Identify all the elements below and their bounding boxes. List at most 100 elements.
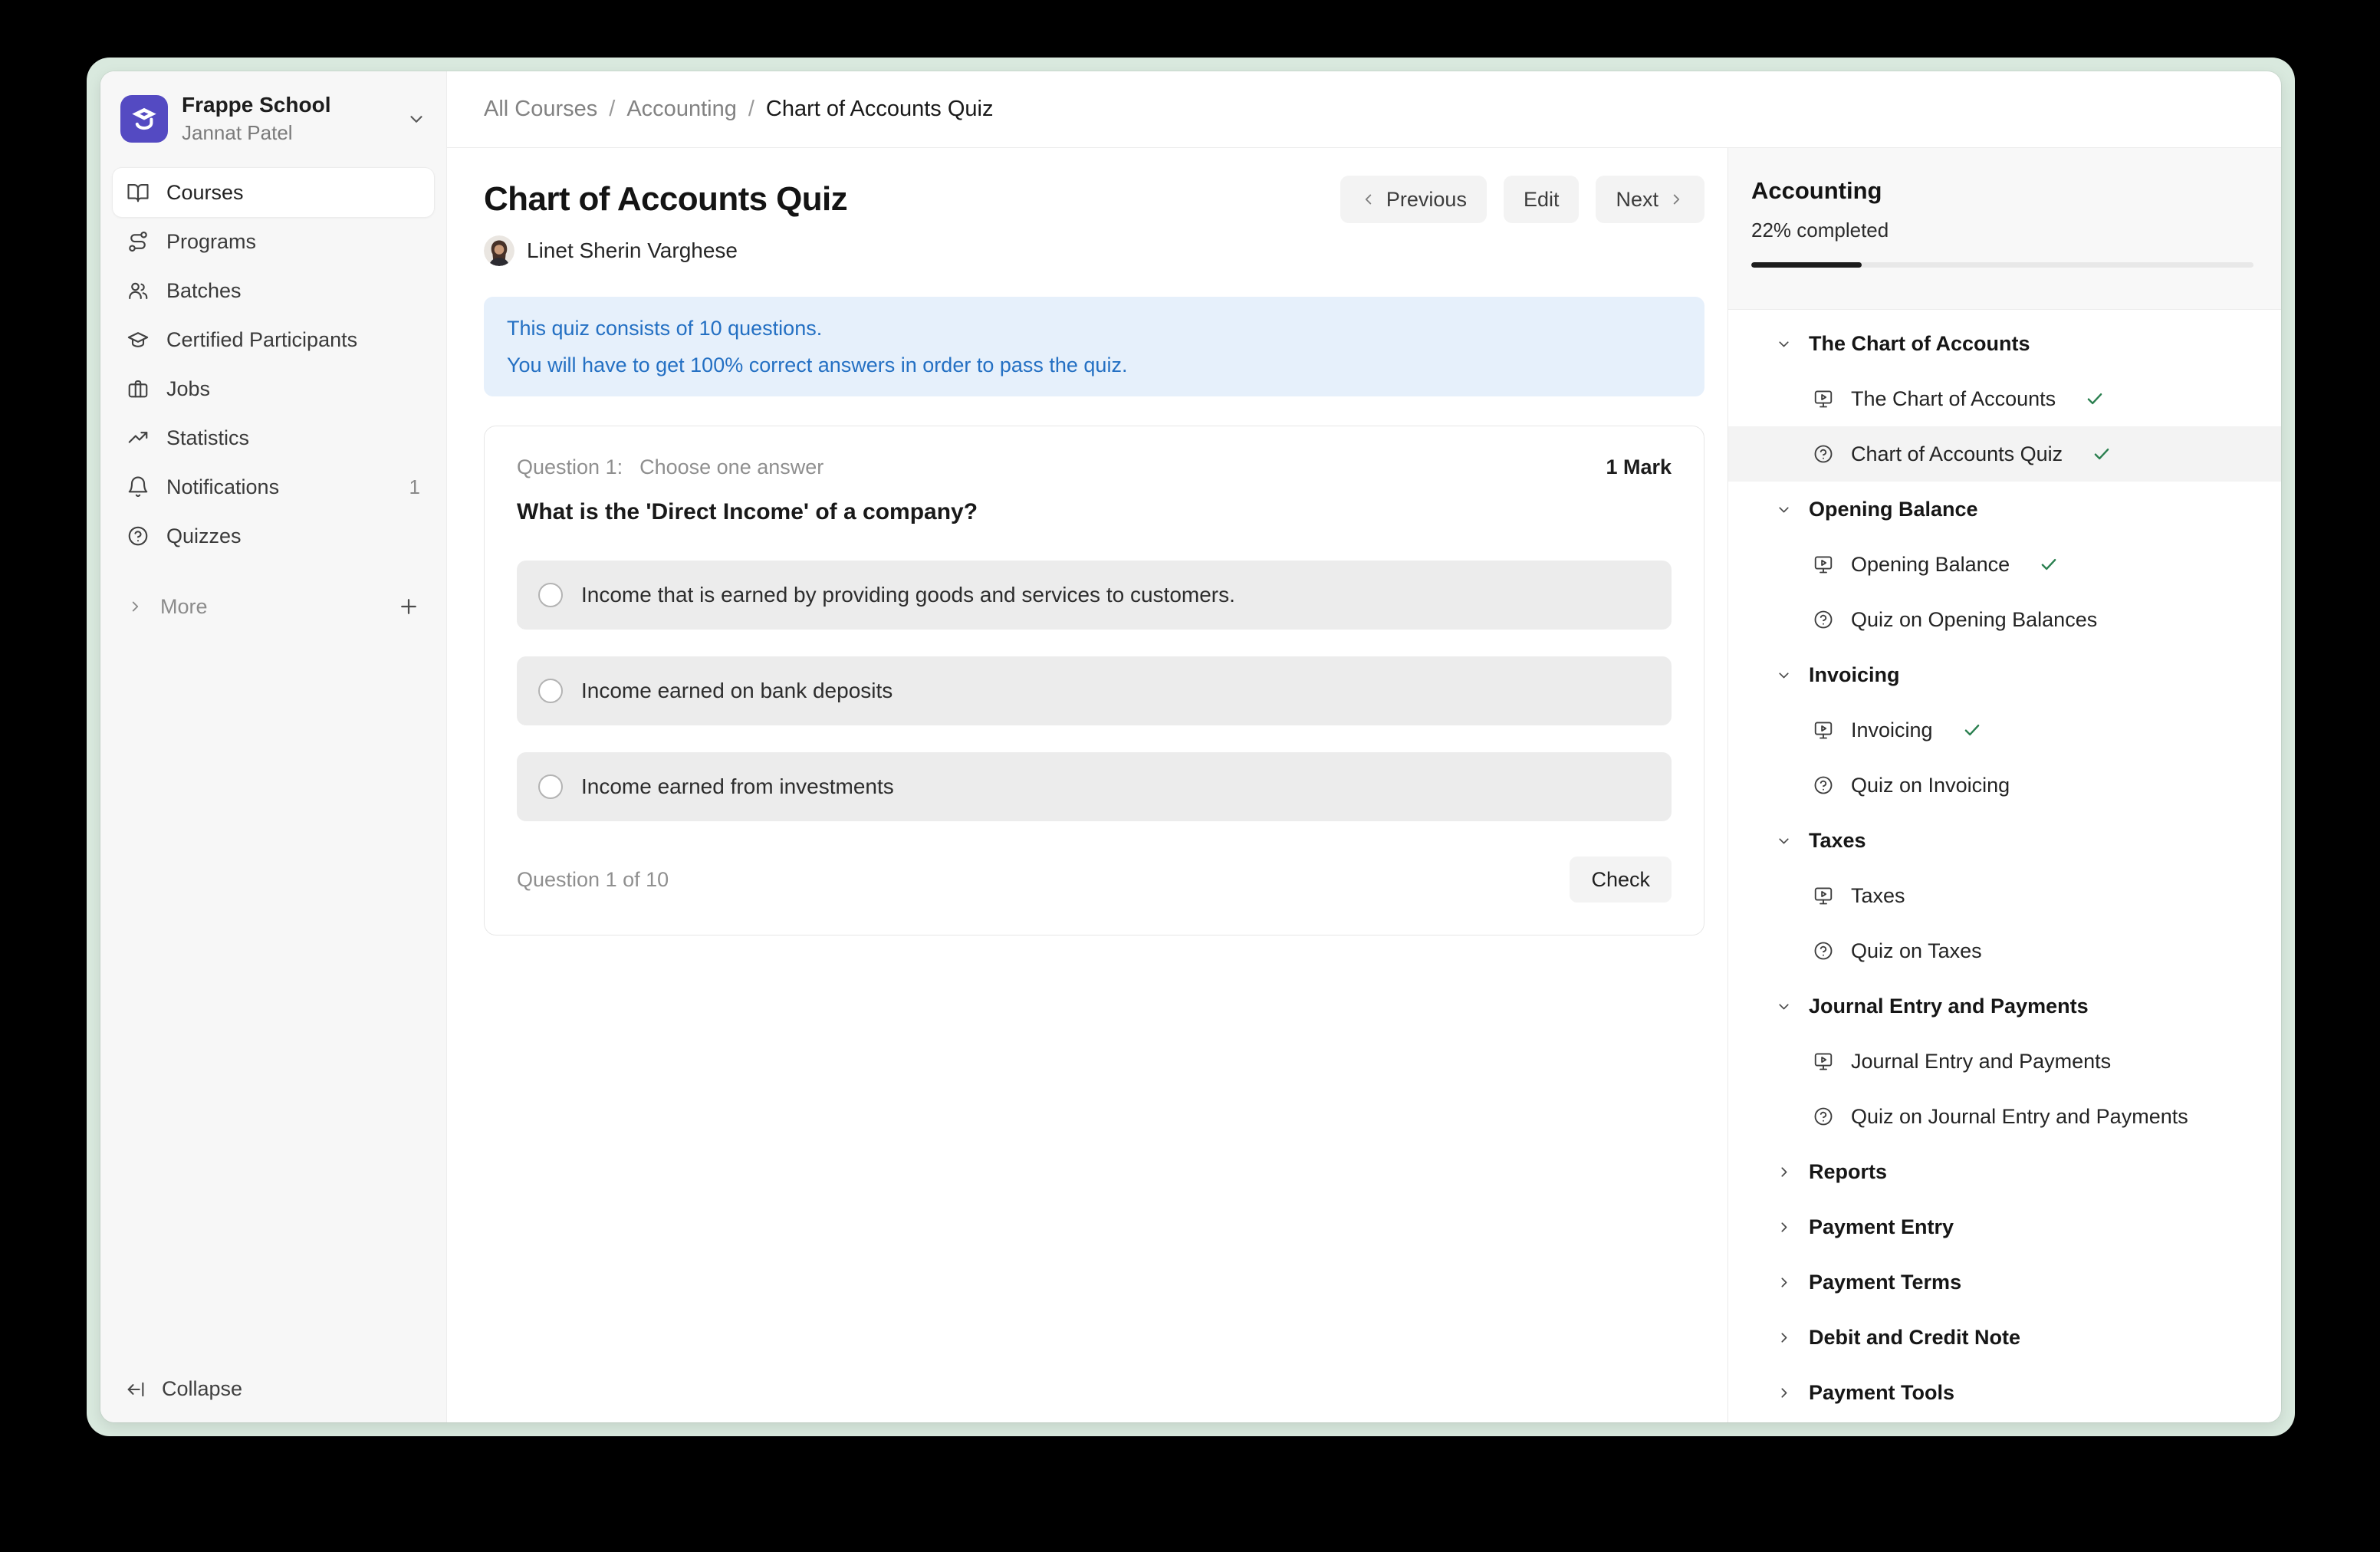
sidebar-item-batches[interactable]: Batches xyxy=(113,266,434,315)
previous-button[interactable]: Previous xyxy=(1340,176,1487,223)
outline-section-chart-of-accounts[interactable]: The Chart of Accounts xyxy=(1728,316,2281,371)
outline-section-taxes[interactable]: Taxes xyxy=(1728,813,2281,868)
help-circle-icon xyxy=(127,524,150,547)
outline-lesson-invoicing[interactable]: Invoicing xyxy=(1728,702,2281,758)
school-switcher[interactable]: Frappe School Jannat Patel xyxy=(113,88,434,150)
sidebar-item-programs[interactable]: Programs xyxy=(113,217,434,266)
sidebar-item-quizzes[interactable]: Quizzes xyxy=(113,511,434,561)
check-button[interactable]: Check xyxy=(1570,857,1672,903)
outline-lesson-opening-balance[interactable]: Opening Balance xyxy=(1728,537,2281,592)
sidebar-item-label: Certified Participants xyxy=(166,328,357,352)
course-outline-list: The Chart of Accounts The Chart of Accou… xyxy=(1728,310,2281,1422)
outline-section-payment-terms[interactable]: Payment Terms xyxy=(1728,1254,2281,1310)
notifications-count-badge: 1 xyxy=(409,475,420,499)
outline-section-payment-entry[interactable]: Payment Entry xyxy=(1728,1199,2281,1254)
plus-icon[interactable] xyxy=(397,595,420,618)
outline-quiz-taxes[interactable]: Quiz on Taxes xyxy=(1728,923,2281,978)
monitor-play-icon xyxy=(1813,554,1834,575)
option-label: Income earned from investments xyxy=(581,774,894,799)
course-title: Accounting xyxy=(1751,177,2253,205)
previous-label: Previous xyxy=(1386,188,1467,212)
section-label: Reports xyxy=(1809,1160,1887,1184)
quiz-card: Question 1: Choose one answer 1 Mark Wha… xyxy=(484,426,1704,935)
outline-section-invoicing[interactable]: Invoicing xyxy=(1728,647,2281,702)
course-progress-text: 22% completed xyxy=(1751,219,2253,242)
sidebar-item-label: Quizzes xyxy=(166,524,242,548)
outline-section-opening-balance[interactable]: Opening Balance xyxy=(1728,482,2281,537)
breadcrumb-separator: / xyxy=(609,97,615,122)
school-name: Frappe School xyxy=(182,93,393,117)
check-icon xyxy=(1962,720,1982,740)
outline-section-reports[interactable]: Reports xyxy=(1728,1144,2281,1199)
sidebar-item-label: Notifications xyxy=(166,475,279,499)
outline-lesson-chart-of-accounts[interactable]: The Chart of Accounts xyxy=(1728,371,2281,426)
monitor-play-icon xyxy=(1813,885,1834,906)
quiz-label: Quiz on Opening Balances xyxy=(1851,608,2097,632)
outline-lesson-journal-entry-and-payments[interactable]: Journal Entry and Payments xyxy=(1728,1034,2281,1089)
lesson-label: Invoicing xyxy=(1851,718,1933,742)
help-circle-icon xyxy=(1813,609,1834,630)
outline-section-payment-tools[interactable]: Payment Tools xyxy=(1728,1365,2281,1420)
lesson-label: The Chart of Accounts xyxy=(1851,387,2056,411)
users-icon xyxy=(127,279,150,302)
app-window: Frappe School Jannat Patel Courses Progr… xyxy=(87,58,2295,1436)
outline-section-debit-and-credit-note[interactable]: Debit and Credit Note xyxy=(1728,1310,2281,1365)
notice-line-1: This quiz consists of 10 questions. xyxy=(507,310,1681,347)
outline-quiz-invoicing[interactable]: Quiz on Invoicing xyxy=(1728,758,2281,813)
outline-section-journal-entry-and-payments[interactable]: Journal Entry and Payments xyxy=(1728,978,2281,1034)
check-icon xyxy=(2039,554,2059,574)
top-bar: All Courses / Accounting / Chart of Acco… xyxy=(447,71,2281,148)
chevron-down-icon xyxy=(1776,501,1792,518)
help-circle-icon xyxy=(1813,774,1834,796)
next-button[interactable]: Next xyxy=(1596,176,1704,223)
radio-button[interactable] xyxy=(538,583,563,607)
outline-lesson-taxes[interactable]: Taxes xyxy=(1728,868,2281,923)
sidebar-item-courses[interactable]: Courses xyxy=(113,168,434,217)
breadcrumb-all-courses[interactable]: All Courses xyxy=(484,97,597,122)
edit-label: Edit xyxy=(1524,188,1560,212)
bell-icon xyxy=(127,475,150,498)
sidebar-item-jobs[interactable]: Jobs xyxy=(113,364,434,413)
section-label: Taxes xyxy=(1809,829,1866,853)
chevron-right-icon xyxy=(127,598,143,615)
instructor-avatar xyxy=(484,235,514,266)
quiz-label: Quiz on Journal Entry and Payments xyxy=(1851,1105,2188,1129)
help-circle-icon xyxy=(1813,1106,1834,1127)
quiz-label: Quiz on Invoicing xyxy=(1851,774,2010,797)
sidebar-item-label: Batches xyxy=(166,279,242,303)
sidebar-collapse-button[interactable]: Collapse xyxy=(113,1373,434,1406)
sidebar-item-statistics[interactable]: Statistics xyxy=(113,413,434,462)
option-label: Income earned on bank deposits xyxy=(581,679,893,703)
sidebar-menu: Courses Programs Batches Certified Parti… xyxy=(113,168,434,561)
chevron-right-icon xyxy=(1776,1385,1792,1401)
breadcrumb-accounting[interactable]: Accounting xyxy=(626,97,737,122)
course-progress-header: Accounting 22% completed xyxy=(1728,148,2281,310)
sidebar-more-toggle[interactable]: More xyxy=(113,585,434,628)
outline-quiz-opening-balances[interactable]: Quiz on Opening Balances xyxy=(1728,592,2281,647)
answer-option-3[interactable]: Income earned from investments xyxy=(517,752,1672,821)
answer-option-2[interactable]: Income earned on bank deposits xyxy=(517,656,1672,725)
quiz-footer: Question 1 of 10 Check xyxy=(517,857,1672,903)
chevron-down-icon xyxy=(1776,667,1792,683)
quiz-label: Quiz on Taxes xyxy=(1851,939,1982,963)
chevron-right-icon xyxy=(1668,191,1685,208)
edit-button[interactable]: Edit xyxy=(1504,176,1580,223)
radio-button[interactable] xyxy=(538,774,563,799)
notice-line-2: You will have to get 100% correct answer… xyxy=(507,347,1681,383)
radio-button[interactable] xyxy=(538,679,563,703)
quiz-page: Chart of Accounts Quiz Previous Edit Nex… xyxy=(447,148,1727,1422)
breadcrumb-separator: / xyxy=(748,97,754,122)
chevron-right-icon xyxy=(1776,1164,1792,1180)
sidebar-item-certified-participants[interactable]: Certified Participants xyxy=(113,315,434,364)
answer-option-1[interactable]: Income that is earned by providing goods… xyxy=(517,561,1672,630)
section-label: Opening Balance xyxy=(1809,498,1978,521)
school-switcher-labels: Frappe School Jannat Patel xyxy=(182,93,393,145)
outline-quiz-chart-of-accounts[interactable]: Chart of Accounts Quiz xyxy=(1728,426,2281,482)
sidebar-item-notifications[interactable]: Notifications 1 xyxy=(113,462,434,511)
monitor-play-icon xyxy=(1813,719,1834,741)
chevron-down-icon xyxy=(406,109,426,129)
collapse-sidebar-icon xyxy=(125,1379,146,1400)
section-label: Invoicing xyxy=(1809,663,1900,687)
option-label: Income that is earned by providing goods… xyxy=(581,583,1235,607)
outline-quiz-journal-entry-and-payments[interactable]: Quiz on Journal Entry and Payments xyxy=(1728,1089,2281,1144)
